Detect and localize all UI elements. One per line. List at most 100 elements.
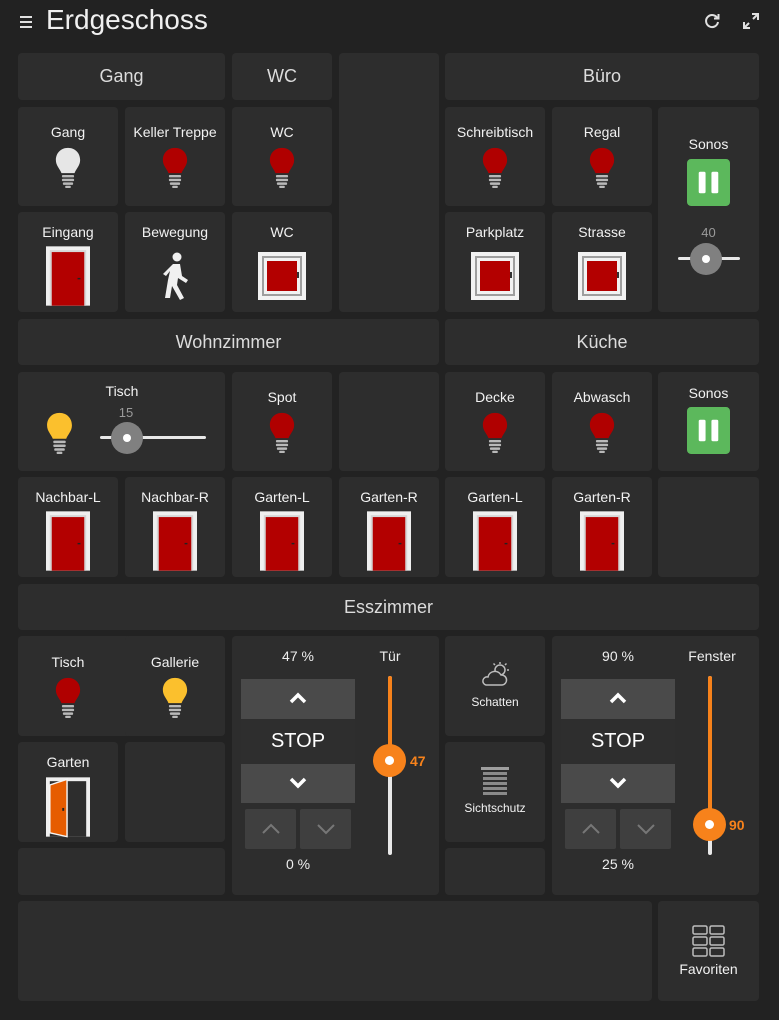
blinds-icon [481,767,509,795]
tile-label: Tisch [51,654,85,670]
tile-label: WC [270,224,294,240]
blind-up-button[interactable] [241,679,355,719]
blind-control-fenster: 90 % STOP 25 % Fenster 90 [552,636,759,895]
menu-icon[interactable] [20,16,32,28]
light-spot[interactable]: Spot [232,372,332,471]
blind-control-tuer: 47 % STOP 0 % Tür 47 [232,636,439,895]
empty-tile [18,848,225,895]
tile-label: WC [270,124,294,140]
pause-icon[interactable] [687,159,730,206]
door-icon [260,510,304,572]
window-wc[interactable]: WC [232,212,332,312]
scene-sichtschutz[interactable]: Sichtschutz [445,742,545,842]
light-bulb-icon [161,146,189,189]
refresh-icon[interactable] [703,12,721,30]
chevron-down-icon [317,824,335,835]
blind-step-down-button[interactable] [300,809,351,849]
slider-label: Tür [379,648,401,664]
blind-bottom-position: 25 % [602,856,634,872]
empty-tile [18,901,652,1001]
light-wc[interactable]: WC [232,107,332,206]
door-icon [153,510,197,572]
window-parkplatz[interactable]: Parkplatz [445,212,545,312]
door-eingang[interactable]: Eingang [18,212,118,312]
door-garten-r-kueche[interactable]: Garten-R [552,477,652,577]
slider-label: Fenster [688,648,736,664]
light-bulb-icon [54,676,82,719]
blind-down-button[interactable] [241,764,355,803]
light-bulb-icon [54,146,82,189]
tile-label: Parkplatz [465,224,525,240]
tile-label: Gang [50,124,86,140]
tile-label: Eingang [42,224,94,240]
favoriten-button[interactable]: Favoriten [658,901,759,1001]
tile-label: Gallerie [150,654,200,670]
blind-stop-button[interactable]: STOP [241,719,355,764]
door-garten-l-kueche[interactable]: Garten-L [445,477,545,577]
blind-down-button[interactable] [561,764,675,803]
door-garten-l[interactable]: Garten-L [232,477,332,577]
blind-top-position: 47 % [282,648,314,664]
motion-bewegung[interactable]: Bewegung [125,212,225,312]
cloud-sun-icon [482,662,509,686]
light-regal[interactable]: Regal [552,107,652,206]
tile-label: Keller Treppe [133,124,217,140]
scene-schatten[interactable]: Schatten [445,636,545,736]
light-gang[interactable]: Gang [18,107,118,206]
chevron-up-icon [289,692,307,704]
empty-tile [658,477,759,577]
light-bulb-icon [268,411,296,454]
light-gallerie[interactable]: Gallerie [125,636,225,736]
blind-step-up-button[interactable] [565,809,616,849]
door-icon [46,245,90,307]
light-tisch-esszimmer[interactable]: Tisch [18,636,118,736]
tile-label: Spot [267,389,297,405]
empty-tile [125,742,225,842]
door-garten-esszimmer[interactable]: Garten [18,742,118,842]
blind-step-up-button[interactable] [245,809,296,849]
tile-label: Sichtschutz [464,801,526,815]
light-bulb-icon [481,411,509,454]
door-icon [46,510,90,572]
door-icon [580,510,624,572]
chevron-down-icon [637,824,655,835]
slider-fill [708,676,712,824]
volume-slider-handle[interactable] [690,243,722,275]
volume-value: 40 [701,225,716,240]
pause-icon[interactable] [687,407,730,454]
tile-label: Garten-L [467,489,523,505]
light-decke[interactable]: Decke [445,372,545,471]
light-bulb-icon [588,146,616,189]
blind-up-button[interactable] [561,679,675,719]
tile-label: Garten-R [360,489,418,505]
tile-label: Schreibtisch [456,124,534,140]
dimmer-slider-handle[interactable] [111,422,143,454]
light-bulb-icon [588,411,616,454]
section-kueche: Küche [445,319,759,365]
grid-icon [692,925,725,957]
light-bulb-icon[interactable] [45,411,74,455]
door-icon [473,510,517,572]
slider-value: 90 [729,817,745,833]
fullscreen-icon[interactable] [742,12,760,30]
chevron-up-icon [582,823,600,834]
door-nachbar-r[interactable]: Nachbar-R [125,477,225,577]
blind-stop-button[interactable]: STOP [561,719,675,764]
section-wc: WC [232,53,332,100]
door-nachbar-l[interactable]: Nachbar-L [18,477,118,577]
window-strasse[interactable]: Strasse [552,212,652,312]
tile-label: Bewegung [141,224,209,240]
empty-tile [445,848,545,895]
slider-handle[interactable] [693,808,726,841]
section-wohnzimmer: Wohnzimmer [18,319,439,365]
light-abwasch[interactable]: Abwasch [552,372,652,471]
section-buero: Büro [445,53,759,100]
open-door-icon [46,777,90,838]
window-icon [578,252,626,300]
slider-handle[interactable] [373,744,406,777]
light-schreibtisch[interactable]: Schreibtisch [445,107,545,206]
light-keller-treppe[interactable]: Keller Treppe [125,107,225,206]
door-garten-r[interactable]: Garten-R [339,477,439,577]
tile-label: Nachbar-R [141,489,209,505]
blind-step-down-button[interactable] [620,809,671,849]
